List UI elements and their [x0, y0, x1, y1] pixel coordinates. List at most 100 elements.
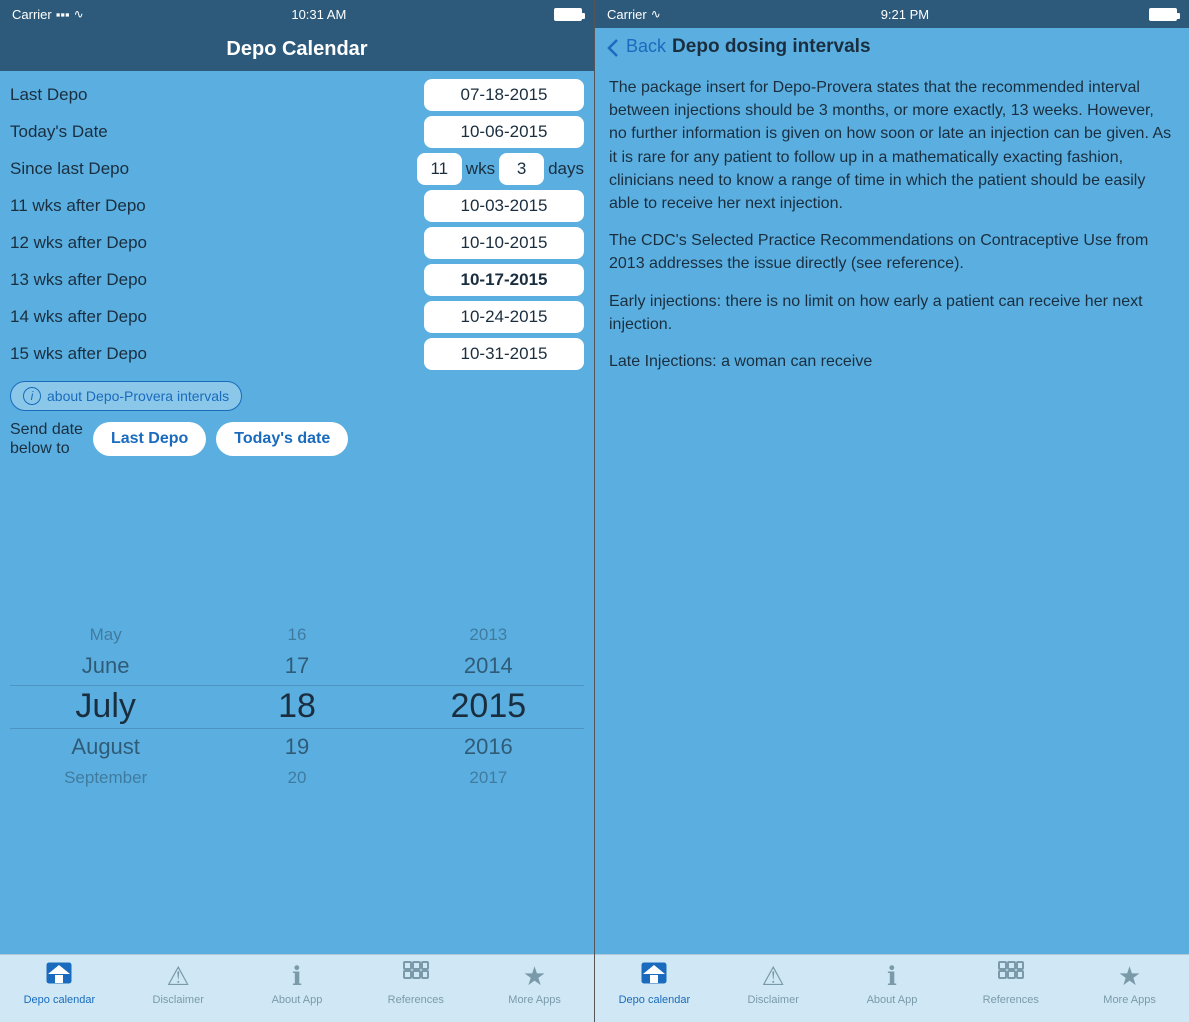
send-todays-date-button[interactable]: Today's date — [216, 422, 348, 456]
picker-day-1: 17 — [201, 650, 392, 682]
days-label: days — [548, 159, 584, 179]
right-tab-disclaimer-label: Disclaimer — [748, 994, 799, 1006]
right-carrier-text: Carrier — [607, 7, 647, 22]
picker-month-4: September — [10, 765, 201, 791]
right-tab-about[interactable]: ℹ About App — [833, 961, 952, 1018]
left-wifi-icon: ▪▪▪ — [56, 7, 70, 22]
phones-container: Carrier ▪▪▪ ∿ 10:31 AM Depo Calendar Las… — [0, 0, 1189, 1022]
todays-date-row: Today's Date 10-06-2015 — [10, 116, 584, 148]
todays-date-label: Today's Date — [10, 122, 108, 142]
left-wifi-symbol: ∿ — [74, 7, 84, 21]
week-row-13-label: 13 wks after Depo — [10, 270, 147, 290]
right-status-bar: Carrier ∿ 9:21 PM — [595, 0, 1189, 28]
week-row-13: 13 wks after Depo 10-17-2015 — [10, 264, 584, 296]
send-label-text: Send datebelow to — [10, 421, 83, 457]
right-time: 9:21 PM — [881, 7, 929, 22]
week-row-12-value[interactable]: 10-10-2015 — [424, 227, 584, 259]
date-picker[interactable]: May June July August September 16 17 18 … — [10, 467, 584, 946]
picker-year-3: 2016 — [393, 731, 584, 763]
left-tab-more-apps-label: More Apps — [508, 994, 561, 1006]
picker-months[interactable]: May June July August September — [10, 622, 201, 791]
send-date-section: Send datebelow to Last Depo Today's date — [10, 420, 584, 458]
left-tab-more-apps[interactable]: ★ More Apps — [475, 961, 594, 1018]
right-star-icon: ★ — [1118, 961, 1141, 992]
picker-year-1: 2014 — [393, 650, 584, 682]
picker-year-0: 2013 — [393, 622, 584, 648]
picker-month-1: June — [10, 650, 201, 682]
left-app-header: Depo Calendar — [0, 28, 594, 71]
right-tab-depo-calendar-label: Depo calendar — [619, 994, 691, 1006]
right-tab-disclaimer[interactable]: ⚠ Disclaimer — [714, 961, 833, 1018]
left-home-icon — [45, 961, 73, 992]
right-warning-icon: ⚠ — [762, 961, 785, 992]
todays-date-value[interactable]: 10-06-2015 — [424, 116, 584, 148]
since-days-value[interactable]: 3 — [499, 153, 544, 185]
left-tab-disclaimer-label: Disclaimer — [153, 994, 204, 1006]
right-detail-content: The package insert for Depo-Provera stat… — [595, 66, 1189, 954]
since-depo-row: Since last Depo 11 wks 3 days — [10, 153, 584, 185]
detail-para-0: The package insert for Depo-Provera stat… — [609, 76, 1175, 215]
left-app-title: Depo Calendar — [226, 38, 367, 60]
week-row-14-label: 14 wks after Depo — [10, 307, 147, 327]
week-row-15: 15 wks after Depo 10-31-2015 — [10, 338, 584, 370]
week-row-14-value[interactable]: 10-24-2015 — [424, 301, 584, 333]
left-tab-disclaimer[interactable]: ⚠ Disclaimer — [119, 961, 238, 1018]
picker-day-4: 20 — [201, 765, 392, 791]
left-time: 10:31 AM — [291, 7, 346, 22]
left-carrier: Carrier ▪▪▪ ∿ — [12, 7, 84, 22]
left-tab-depo-calendar-label: Depo calendar — [24, 994, 96, 1006]
left-tab-references-label: References — [388, 994, 444, 1006]
left-battery — [554, 8, 582, 21]
right-wifi-icon: ∿ — [651, 7, 661, 21]
week-row-11: 11 wks after Depo 10-03-2015 — [10, 190, 584, 222]
right-info-icon: ℹ — [887, 961, 897, 992]
week-row-14: 14 wks after Depo 10-24-2015 — [10, 301, 584, 333]
since-boxes: 11 wks 3 days — [417, 153, 584, 185]
week-row-12: 12 wks after Depo 10-10-2015 — [10, 227, 584, 259]
week-row-11-label: 11 wks after Depo — [10, 196, 146, 216]
detail-para-3: Late Injections: a woman can receive — [609, 350, 1175, 373]
picker-month-3: August — [10, 731, 201, 763]
back-button[interactable]: Back — [607, 36, 666, 57]
right-carrier: Carrier ∿ — [607, 7, 661, 22]
last-depo-label: Last Depo — [10, 85, 88, 105]
wks-label: wks — [466, 159, 495, 179]
last-depo-row: Last Depo 07-18-2015 — [10, 79, 584, 111]
picker-year-2: 2015 — [393, 684, 584, 729]
since-weeks-value[interactable]: 11 — [417, 153, 462, 185]
week-row-15-label: 15 wks after Depo — [10, 344, 147, 364]
detail-para-1: The CDC's Selected Practice Recommendati… — [609, 229, 1175, 275]
picker-years[interactable]: 2013 2014 2015 2016 2017 — [393, 622, 584, 791]
last-depo-value[interactable]: 07-18-2015 — [424, 79, 584, 111]
right-tab-more-apps-label: More Apps — [1103, 994, 1156, 1006]
week-row-15-value[interactable]: 10-31-2015 — [424, 338, 584, 370]
send-last-depo-button[interactable]: Last Depo — [93, 422, 206, 456]
left-references-icon — [403, 961, 429, 992]
right-detail-title: Depo dosing intervals — [672, 36, 870, 58]
detail-para-2: Early injections: there is no limit on h… — [609, 290, 1175, 336]
left-tab-about-label: About App — [272, 994, 323, 1006]
picker-day-0: 16 — [201, 622, 392, 648]
picker-day-2: 18 — [201, 684, 392, 729]
left-phone: Carrier ▪▪▪ ∿ 10:31 AM Depo Calendar Las… — [0, 0, 594, 1022]
left-star-icon: ★ — [523, 961, 546, 992]
picker-year-4: 2017 — [393, 765, 584, 791]
left-tab-depo-calendar[interactable]: Depo calendar — [0, 961, 119, 1018]
info-btn-label: about Depo-Provera intervals — [47, 388, 229, 404]
left-tab-about[interactable]: ℹ About App — [238, 961, 357, 1018]
info-button[interactable]: i about Depo-Provera intervals — [10, 381, 242, 411]
picker-days[interactable]: 16 17 18 19 20 — [201, 622, 392, 791]
week-row-13-value[interactable]: 10-17-2015 — [424, 264, 584, 296]
week-row-11-value[interactable]: 10-03-2015 — [424, 190, 584, 222]
left-main-content: Last Depo 07-18-2015 Today's Date 10-06-… — [0, 71, 594, 954]
week-row-12-label: 12 wks after Depo — [10, 233, 147, 253]
left-status-bar: Carrier ▪▪▪ ∿ 10:31 AM — [0, 0, 594, 28]
picker-month-0: May — [10, 622, 201, 648]
info-circle-icon: i — [23, 387, 41, 405]
left-tab-references[interactable]: References — [356, 961, 475, 1018]
right-tab-about-label: About App — [867, 994, 918, 1006]
right-tab-more-apps[interactable]: ★ More Apps — [1070, 961, 1189, 1018]
right-references-icon — [998, 961, 1024, 992]
right-tab-depo-calendar[interactable]: Depo calendar — [595, 961, 714, 1018]
right-tab-references[interactable]: References — [951, 961, 1070, 1018]
